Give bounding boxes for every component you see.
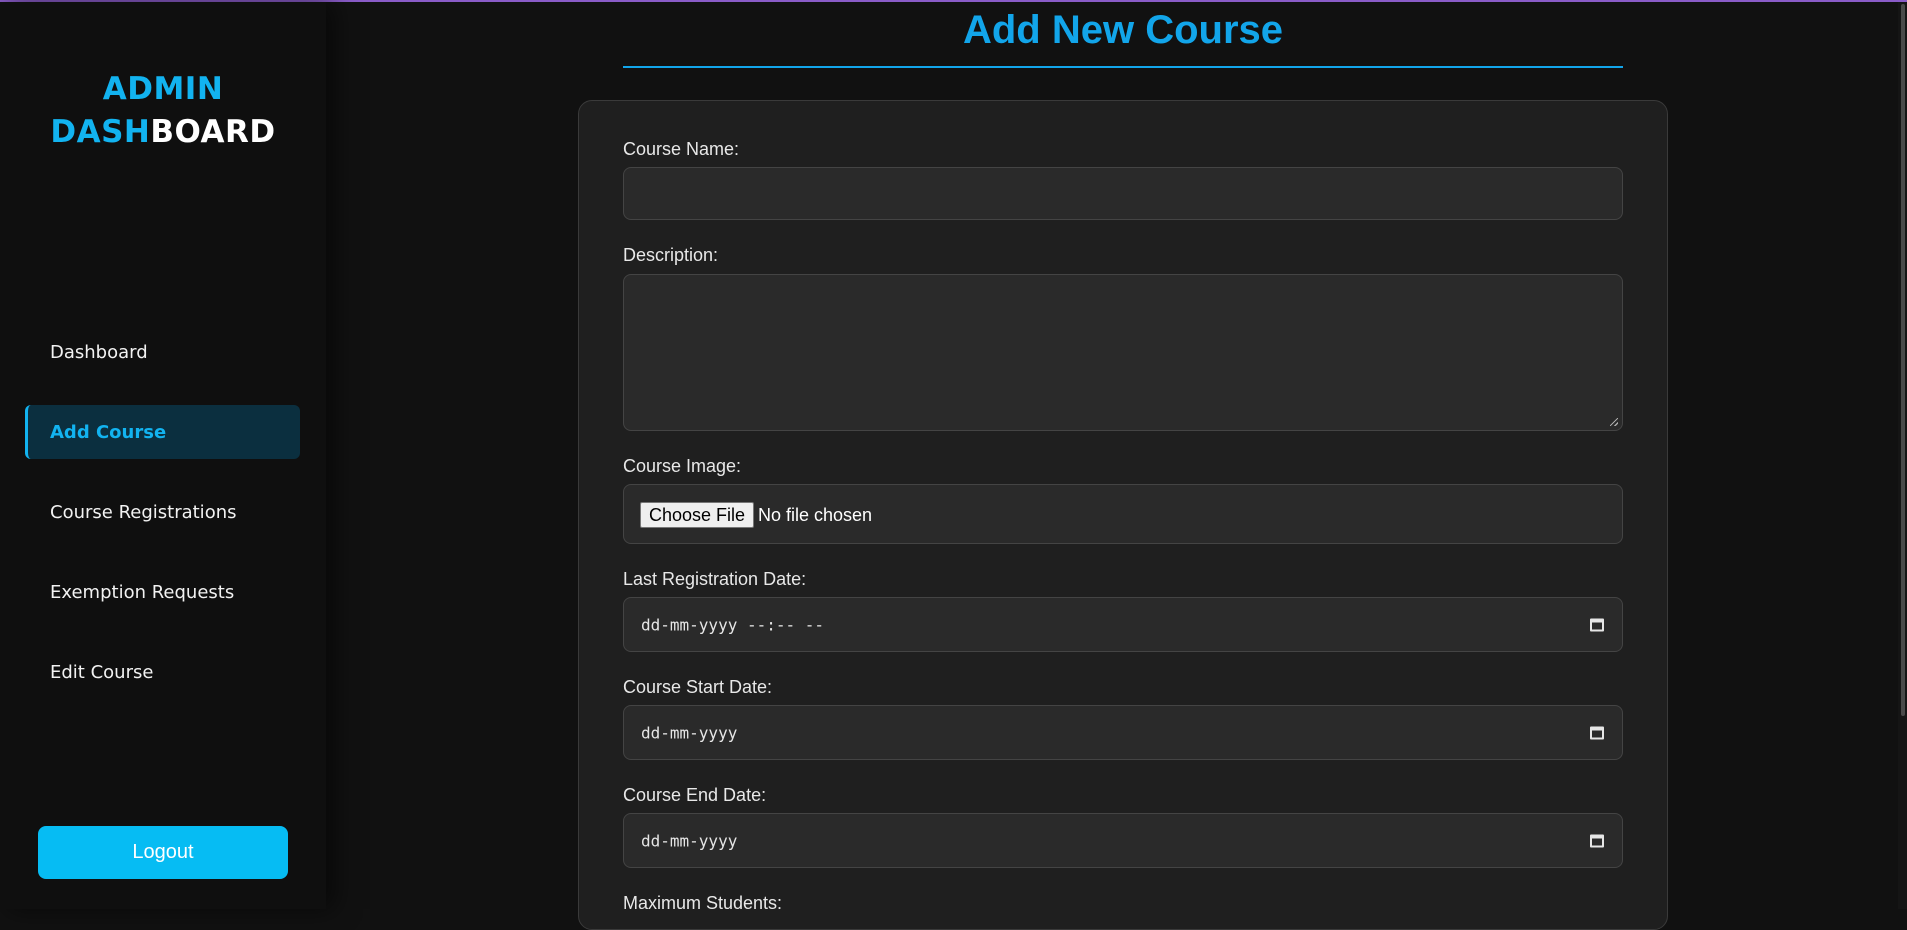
sidebar-item-label: Add Course xyxy=(50,421,167,443)
date-placeholder: dd-mm-yyyy xyxy=(641,723,738,742)
sidebar-item-dashboard[interactable]: Dashboard xyxy=(25,325,300,379)
sidebar-item-label: Course Registrations xyxy=(50,501,237,523)
course-image-label: Course Image: xyxy=(623,456,742,476)
title-divider xyxy=(623,66,1623,68)
last-registration-date-input[interactable]: dd-mm-yyyy --:-- -- xyxy=(623,597,1623,652)
course-start-date-input[interactable]: dd-mm-yyyy xyxy=(623,705,1623,760)
course-name-input[interactable] xyxy=(623,167,1623,220)
date-placeholder: dd-mm-yyyy xyxy=(641,831,738,850)
calendar-icon[interactable] xyxy=(1590,618,1604,631)
sidebar-item-course-registrations[interactable]: Course Registrations xyxy=(25,485,300,539)
course-end-date-input[interactable]: dd-mm-yyyy xyxy=(623,813,1623,868)
sidebar-item-label: Dashboard xyxy=(50,341,148,363)
sidebar-item-add-course[interactable]: Add Course xyxy=(25,405,300,459)
logout-button[interactable]: Logout xyxy=(38,826,288,879)
file-status-text: No file chosen xyxy=(758,505,873,525)
brand-dash: DASH xyxy=(50,114,151,150)
brand-line1: ADMIN xyxy=(102,71,224,107)
calendar-icon[interactable] xyxy=(1590,834,1604,847)
maximum-students-label: Maximum Students: xyxy=(623,893,783,913)
sidebar-item-label: Edit Course xyxy=(50,661,154,683)
course-name-label: Course Name: xyxy=(623,139,740,159)
choose-file-button[interactable]: Choose File xyxy=(640,502,755,528)
course-end-date-label: Course End Date: xyxy=(623,785,767,805)
resize-handle-icon[interactable] xyxy=(1610,418,1618,426)
description-textarea[interactable] xyxy=(623,274,1623,431)
course-image-file-input: Choose File No file chosen xyxy=(623,484,1623,544)
calendar-icon[interactable] xyxy=(1590,726,1604,739)
scrollbar-thumb[interactable] xyxy=(1901,4,1905,716)
sidebar-item-exemption-requests[interactable]: Exemption Requests xyxy=(25,565,300,619)
sidebar-item-edit-course[interactable]: Edit Course xyxy=(25,645,300,699)
brand-logo: ADMIN DASHBOARD xyxy=(0,68,326,154)
description-label: Description: xyxy=(623,245,719,265)
brand-board: BOARD xyxy=(150,114,276,150)
last-registration-date-label: Last Registration Date: xyxy=(623,569,807,589)
sidebar-item-label: Exemption Requests xyxy=(50,581,235,603)
sidebar: ADMIN DASHBOARD Dashboard Add Course Cou… xyxy=(0,2,326,909)
date-placeholder: dd-mm-yyyy --:-- -- xyxy=(641,615,825,634)
page-title: Add New Course xyxy=(962,8,1284,52)
course-start-date-label: Course Start Date: xyxy=(623,677,773,697)
